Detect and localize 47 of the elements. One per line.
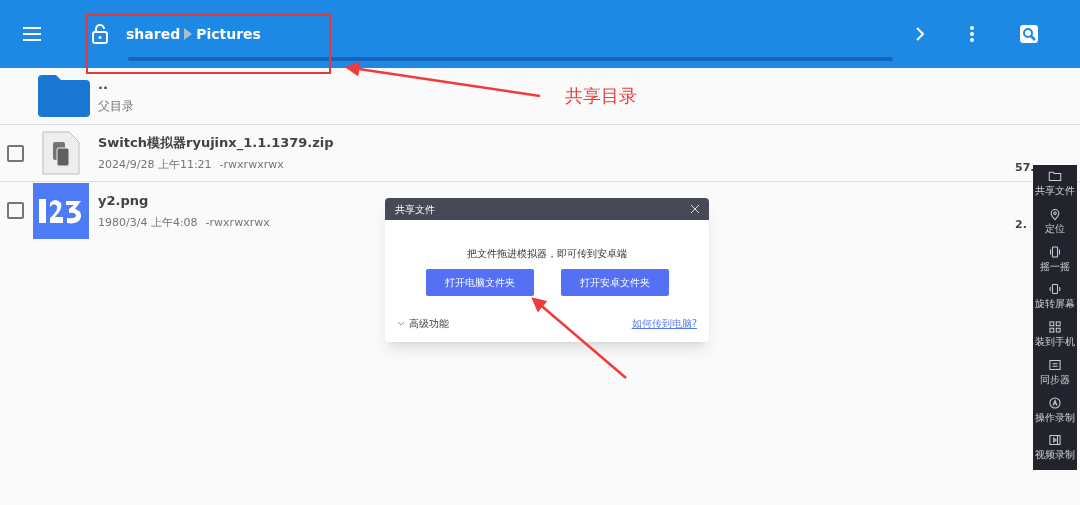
breadcrumb-separator-icon — [184, 28, 193, 40]
side-tool-button[interactable]: 操作录制 — [1033, 395, 1077, 433]
parent-folder-label: 父目录 — [98, 97, 134, 115]
file-name[interactable]: y2.png — [98, 193, 270, 207]
open-folder-button[interactable]: 打开电脑文件夹 — [425, 269, 534, 296]
close-icon[interactable] — [691, 205, 699, 213]
breadcrumb-item[interactable]: shared — [126, 23, 181, 45]
file-name[interactable]: Switch模拟器ryujinx_1.1.1379.zip — [98, 136, 334, 149]
side-tool-button[interactable]: 视频录制 — [1033, 433, 1077, 470]
side-tool-button[interactable]: 摇一摇 — [1033, 244, 1077, 282]
side-tool-button[interactable]: 装到手机 — [1033, 320, 1077, 357]
file-date: 2024/9/28 上午11:21 — [98, 159, 212, 170]
tool-icon — [1048, 395, 1062, 410]
chevron-right-icon[interactable] — [915, 27, 925, 41]
side-tool-button[interactable]: 旋转屏幕 — [1033, 282, 1077, 319]
unlocked-padlock-icon[interactable] — [92, 24, 108, 44]
checkbox[interactable] — [7, 144, 24, 162]
tool-icon — [1048, 206, 1062, 221]
tool-icon — [1048, 282, 1062, 297]
parent-folder-name[interactable]: .. — [98, 77, 134, 91]
chevron-down-icon — [397, 321, 405, 326]
archive-file-icon — [41, 130, 81, 176]
side-tool-button[interactable]: 共享文件 — [1033, 169, 1077, 206]
tool-icon — [1048, 433, 1062, 448]
search-icon[interactable] — [1020, 25, 1038, 43]
tool-icon — [1048, 169, 1062, 183]
checkbox[interactable] — [7, 202, 24, 219]
tool-icon — [1048, 320, 1062, 334]
tool-icon — [1048, 357, 1062, 372]
folder-icon — [38, 75, 90, 117]
side-tool-button[interactable]: 同步器 — [1033, 357, 1077, 395]
menu-icon[interactable] — [23, 27, 41, 41]
annotation-label: 共享目录 — [565, 87, 637, 105]
file-date: 1980/3/4 上午4:08 — [98, 216, 198, 228]
dialog-title: 共享文件 — [395, 202, 435, 217]
more-options-icon[interactable] — [970, 26, 974, 42]
open-folder-button[interactable]: 打开安卓文件夹 — [560, 269, 669, 296]
help-link[interactable]: 如何传到电脑? — [631, 316, 697, 331]
tool-icon — [1048, 244, 1062, 259]
dialog-message: 把文件拖进模拟器，即可传到安卓端 — [467, 247, 627, 261]
advanced-toggle[interactable]: 高级功能 — [397, 316, 449, 331]
breadcrumb-item[interactable]: Pictures — [196, 23, 261, 45]
side-tool-button[interactable]: 定位 — [1033, 206, 1077, 244]
file-permissions: -rwxrwxrwx — [205, 216, 270, 228]
file-size: 57. — [1015, 162, 1035, 173]
file-permissions: -rwxrwxrwx — [219, 159, 284, 170]
file-size: 2. — [1015, 219, 1027, 230]
